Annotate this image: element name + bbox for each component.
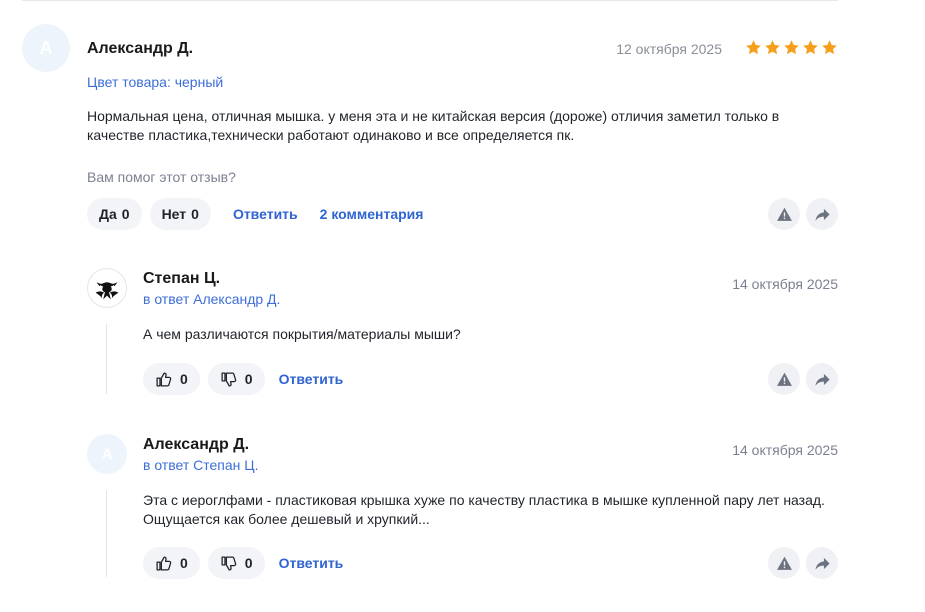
warning-icon <box>776 207 792 221</box>
review-date: 12 октября 2025 <box>616 41 722 57</box>
avatar-letter: А <box>101 445 113 463</box>
no-count: 0 <box>191 206 199 222</box>
helpful-yes-button[interactable]: Да 0 <box>87 198 142 230</box>
dislike-button[interactable]: 0 <box>207 547 265 579</box>
report-button[interactable] <box>768 547 800 579</box>
comment-item: Степан Ц. в ответ Александр Д. 14 октябр… <box>87 268 838 398</box>
thread-line <box>106 324 107 394</box>
like-button[interactable]: 0 <box>143 547 200 579</box>
report-button[interactable] <box>768 363 800 395</box>
avatar-letter: А <box>39 37 53 58</box>
comment-item: А Александр Д. в ответ Степан Ц. 14 октя… <box>87 434 838 584</box>
comment-icon-buttons <box>768 547 838 579</box>
reply-link[interactable]: Ответить <box>279 555 344 571</box>
report-button[interactable] <box>768 198 800 230</box>
avatar: А <box>22 24 70 72</box>
comment-text: А чем различаются покрытия/материалы мыш… <box>143 326 461 342</box>
avatar: А <box>87 434 127 474</box>
comments-link[interactable]: 2 комментария <box>320 206 424 222</box>
review-text: Нормальная цена, отличная мышка. у меня … <box>87 108 780 143</box>
reply-link[interactable]: Ответить <box>279 371 344 387</box>
warning-icon <box>776 372 792 386</box>
thumbs-down-icon <box>221 555 237 571</box>
warning-icon <box>776 556 792 570</box>
yes-label: Да <box>99 206 117 222</box>
like-button[interactable]: 0 <box>143 363 200 395</box>
reply-to[interactable]: в ответ Степан Ц. <box>143 457 259 473</box>
share-button[interactable] <box>806 363 838 395</box>
reply-link[interactable]: Ответить <box>233 206 298 222</box>
star-icon <box>746 40 761 55</box>
dislike-button[interactable]: 0 <box>207 363 265 395</box>
share-button[interactable] <box>806 198 838 230</box>
comment-author[interactable]: Александр Д. <box>143 436 249 454</box>
comment-actions: 0 0 Ответить <box>143 547 838 579</box>
share-icon <box>814 557 830 570</box>
review-author[interactable]: Александр Д. <box>87 40 193 58</box>
review-icon-buttons <box>768 198 838 230</box>
share-icon <box>814 373 830 386</box>
review-actions: Да 0 Нет 0 Ответить 2 комментария <box>87 198 838 230</box>
like-count: 0 <box>180 555 188 571</box>
no-label: Нет <box>161 206 187 222</box>
share-icon <box>814 208 830 221</box>
user-avatar-icon <box>95 282 119 300</box>
reply-to[interactable]: в ответ Александр Д. <box>143 291 280 307</box>
top-divider <box>22 0 838 1</box>
helpful-question: Вам помог этот отзыв? <box>87 169 236 185</box>
thumbs-down-icon <box>221 371 237 387</box>
product-color: Цвет товара: черный <box>87 74 224 90</box>
rating-stars <box>745 39 838 56</box>
review-card: А Александр Д. 12 октября 2025 Цвет това… <box>22 24 838 234</box>
comment-date: 14 октября 2025 <box>732 276 838 292</box>
star-icon <box>765 40 780 55</box>
comment-author[interactable]: Степан Ц. <box>143 270 220 288</box>
thread-line <box>106 490 107 577</box>
comment-date: 14 октября 2025 <box>732 442 838 458</box>
yes-count: 0 <box>121 206 130 222</box>
comment-text: Эта с иероглфами - пластиковая крышка ху… <box>143 492 825 527</box>
avatar <box>87 268 127 308</box>
star-icon <box>822 40 837 55</box>
comment-icon-buttons <box>768 363 838 395</box>
dislike-count: 0 <box>244 371 253 387</box>
star-icon <box>803 40 818 55</box>
thumbs-up-icon <box>156 555 172 571</box>
helpful-no-button[interactable]: Нет 0 <box>149 198 211 230</box>
thumbs-up-icon <box>156 371 172 387</box>
share-button[interactable] <box>806 547 838 579</box>
like-count: 0 <box>180 371 188 387</box>
dislike-count: 0 <box>244 555 253 571</box>
star-icon <box>784 40 799 55</box>
comment-actions: 0 0 Ответить <box>143 363 838 395</box>
